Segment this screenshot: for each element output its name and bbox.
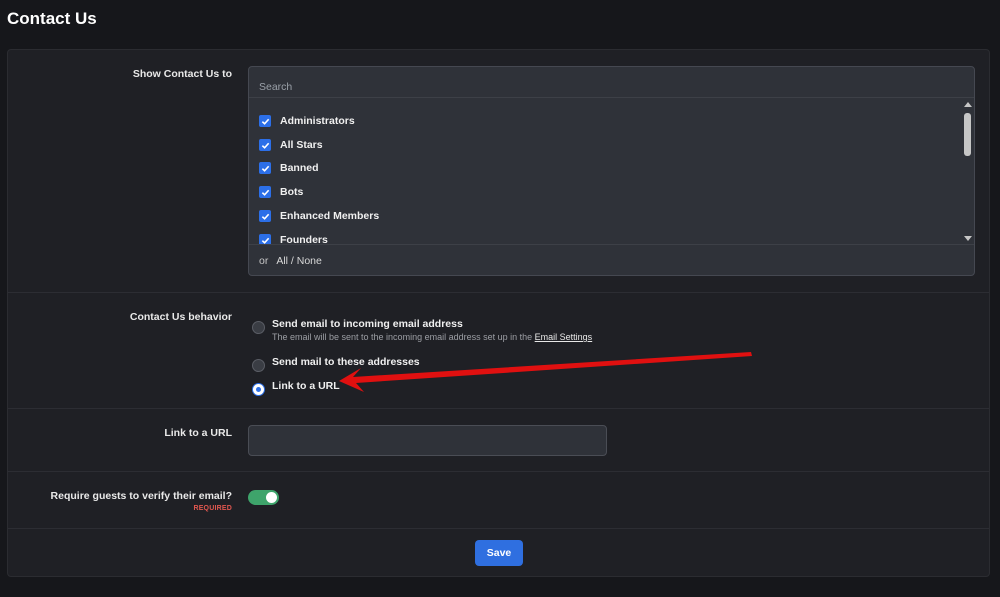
checkbox-checked-icon[interactable] <box>259 186 271 198</box>
list-item-label: Bots <box>280 186 304 198</box>
show-contact-row: Show Contact Us to Administrators All St… <box>8 50 989 293</box>
search-input[interactable] <box>259 81 959 93</box>
toggle-knob <box>266 492 277 503</box>
email-settings-link[interactable]: Email Settings <box>535 332 593 342</box>
radio-button[interactable] <box>252 359 265 372</box>
list-item-label: Founders <box>280 234 328 244</box>
select-footer: or All / None <box>249 244 974 275</box>
radio-button[interactable] <box>252 321 265 334</box>
list-item[interactable]: Administrators <box>259 112 355 130</box>
link-url-label: Link to a URL <box>164 427 232 439</box>
list-item[interactable]: Enhanced Members <box>259 207 379 225</box>
list-item-label: Enhanced Members <box>280 210 380 222</box>
list-item-label: All Stars <box>280 139 323 151</box>
radio-label: Send mail to these addresses <box>272 356 420 368</box>
list-scrollbar[interactable] <box>962 99 973 244</box>
checkbox-checked-icon[interactable] <box>259 162 271 174</box>
verify-email-toggle[interactable] <box>248 490 279 505</box>
required-tag: REQUIRED <box>193 505 232 512</box>
radio-label: Send email to incoming email address <box>272 318 463 330</box>
settings-panel: Show Contact Us to Administrators All St… <box>7 49 990 577</box>
behavior-label: Contact Us behavior <box>129 311 232 323</box>
or-text: or <box>259 255 269 267</box>
list-item[interactable]: All Stars <box>259 136 323 154</box>
scroll-up-arrow-icon[interactable] <box>964 102 972 107</box>
usergroup-select: Administrators All Stars Banned Bots Enh… <box>248 66 975 276</box>
checkbox-checked-icon[interactable] <box>259 210 271 222</box>
scroll-thumb[interactable] <box>964 113 971 156</box>
link-url-input[interactable] <box>248 425 607 456</box>
list-item[interactable]: Bots <box>259 183 303 201</box>
checkbox-checked-icon[interactable] <box>259 234 271 244</box>
radio-button-selected[interactable] <box>252 383 265 396</box>
radio-description: The email will be sent to the incoming e… <box>272 332 593 342</box>
link-url-row: Link to a URL <box>8 409 989 472</box>
all-none-toggle[interactable]: All / None <box>276 255 322 267</box>
list-item[interactable]: Banned <box>259 159 319 177</box>
radio-label: Link to a URL <box>272 380 340 392</box>
show-contact-label: Show Contact Us to <box>132 68 232 80</box>
list-item-label: Banned <box>280 162 319 174</box>
save-button[interactable]: Save <box>475 540 523 566</box>
list-item[interactable]: Founders <box>259 231 328 244</box>
checkbox-checked-icon[interactable] <box>259 139 271 151</box>
usergroup-list: Administrators All Stars Banned Bots Enh… <box>249 99 974 244</box>
scroll-down-arrow-icon[interactable] <box>964 236 972 241</box>
checkbox-checked-icon[interactable] <box>259 115 271 127</box>
search-area <box>249 67 974 98</box>
verify-email-label: Require guests to verify their email? <box>50 490 232 502</box>
verify-email-row: Require guests to verify their email? RE… <box>8 472 989 529</box>
behavior-row: Contact Us behavior Send email to incomi… <box>8 293 989 409</box>
list-item-label: Administrators <box>280 115 355 127</box>
page-title: Contact Us <box>7 9 97 28</box>
